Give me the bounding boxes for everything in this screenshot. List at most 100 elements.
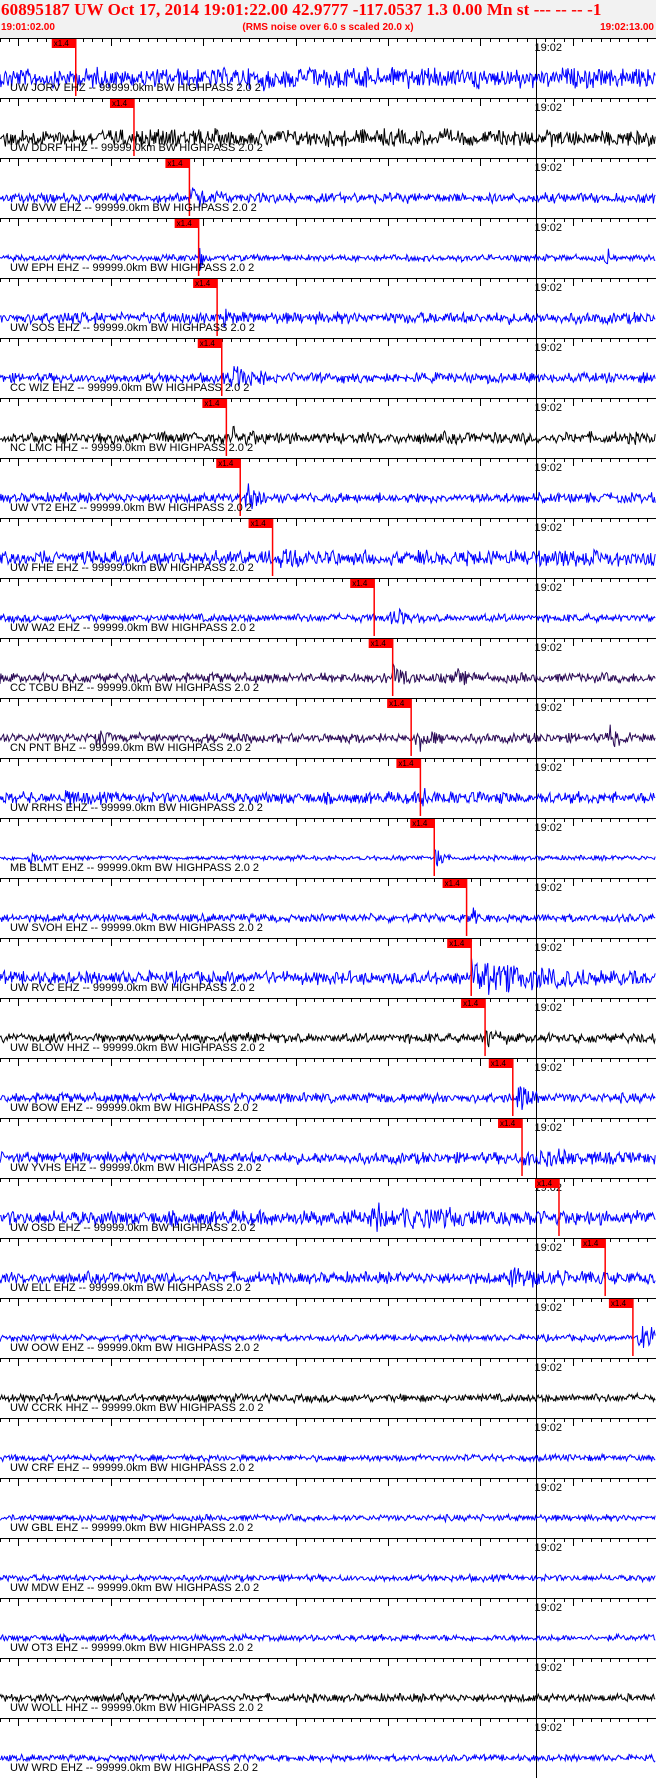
station-label: UW EPH EHZ -- 99999.0km BW HIGHPASS 2.0 … — [10, 262, 254, 274]
minute-label: 19:02 — [535, 1422, 563, 1434]
pick-label: x1.4 — [537, 1179, 553, 1188]
trace-row: 19:02x1.4UW OSD EHZ -- 99999.0km BW HIGH… — [0, 1178, 656, 1238]
pick-label: x1.4 — [177, 219, 193, 228]
station-label: UW RVC EHZ -- 99999.0km BW HIGHPASS 2.0 … — [10, 982, 255, 994]
station-label: UW JORV EHZ -- 99999.0km BW HIGHPASS 2.0… — [10, 82, 261, 94]
seismogram-header: 60895187 UW Oct 17, 2014 19:01:22.00 42.… — [0, 0, 656, 38]
waveform — [0, 1452, 656, 1464]
pick-label: x1.4 — [204, 399, 220, 408]
station-label: UW OOW EHZ -- 99999.0km BW HIGHPASS 2.0 … — [10, 1342, 259, 1354]
trace-row: 19:02 x1.4 UW SVOH EHZ -- 99999.0km BW HIG… — [0, 878, 656, 938]
trace-row: 19:02 x1.4 NC LMC HHZ -- 99999.0km BW HIGH… — [0, 398, 656, 458]
pick-label: x1.4 — [491, 1059, 507, 1068]
minute-label: 19:02 — [535, 822, 563, 834]
pick-label: x1.4 — [195, 279, 211, 288]
waveform — [0, 1572, 656, 1584]
minute-label: 19:02 — [535, 1482, 563, 1494]
minute-label: 19:02 — [535, 582, 563, 594]
station-label: UW WOLL HHZ -- 99999.0km BW HIGHPASS 2.0… — [10, 1702, 263, 1714]
pick-label: x1.4 — [251, 519, 267, 528]
station-label: UW FHE EHZ -- 99999.0km BW HIGHPASS 2.0 … — [10, 562, 254, 574]
minute-label: 19:02 — [535, 1602, 563, 1614]
trace-row: 19:02 UW MDW EHZ -- 99999.0km BW HIGHPASS… — [0, 1538, 656, 1598]
pick-label: x1.4 — [352, 579, 368, 588]
station-label: UW SVOH EHZ -- 99999.0km BW HIGHPASS 2.0… — [10, 922, 263, 934]
minute-label: 19:02 — [535, 942, 563, 954]
station-label: UW WRD EHZ -- 99999.0km BW HIGHPASS 2.0 … — [10, 1762, 258, 1774]
pick-label: x1.4 — [500, 1119, 516, 1128]
station-label: UW DDRF HHZ -- 99999.0km BW HIGHPASS 2.0… — [10, 142, 263, 154]
minute-label: 19:02 — [535, 102, 563, 114]
trace-row: 19:02 x1.4 UW YVHS EHZ -- 99999.0km BW HIG… — [0, 1118, 656, 1178]
pick-label: x1.4 — [54, 39, 70, 48]
minute-label: 19:02 — [535, 1722, 563, 1734]
trace-row: 19:02 UW GBL EHZ -- 99999.0km BW HIGHPASS… — [0, 1478, 656, 1538]
minute-label: 19:02 — [535, 462, 563, 474]
minute-label: 19:02 — [535, 882, 563, 894]
pick-label: x1.4 — [167, 159, 183, 168]
waveform — [0, 1752, 656, 1764]
pick-label: x1.4 — [449, 939, 465, 948]
minute-label: 19:02 — [535, 1242, 563, 1254]
trace-row: 19:02 x1.4 CN PNT BHZ -- 99999.0km BW HIGH… — [0, 698, 656, 758]
station-label: NC LMC HHZ -- 99999.0km BW HIGHPASS 2.0 … — [10, 442, 253, 454]
station-label: UW OSD EHZ -- 99999.0km BW HIGHPASS 2.0 … — [10, 1222, 256, 1234]
minute-label: 19:02 — [535, 1062, 563, 1074]
minute-label: 19:02 — [535, 342, 563, 354]
station-label: UW MDW EHZ -- 99999.0km BW HIGHPASS 2.0 … — [10, 1582, 259, 1594]
trace-row: 19:02 x1.4 CC WIZ EHZ -- 99999.0km BW HIGH… — [0, 338, 656, 398]
end-time-label: 19:02:13.00 — [600, 22, 654, 33]
station-label: CC TCBU BHZ -- 99999.0km BW HIGHPASS 2.0… — [10, 682, 259, 694]
pick-label: x1.4 — [389, 699, 405, 708]
pick-label: x1.4 — [412, 819, 428, 828]
station-label: UW WA2 EHZ -- 99999.0km BW HIGHPASS 2.0 … — [10, 622, 255, 634]
minute-label: 19:02 — [535, 1662, 563, 1674]
pick-label: x1.4 — [398, 759, 414, 768]
trace-row: 19:02 x1.4 UW DDRF HHZ -- 99999.0km BW HIG… — [0, 98, 656, 158]
trace-row: 19:02 x1.4 UW RVC EHZ -- 99999.0km BW HIGH… — [0, 938, 656, 998]
station-label: UW YVHS EHZ -- 99999.0km BW HIGHPASS 2.0… — [10, 1162, 261, 1174]
trace-row: 19:02 x1.4 UW SOS EHZ -- 99999.0km BW HIGH… — [0, 278, 656, 338]
trace-row: 19:02 x1.4 UW EPH EHZ -- 99999.0km BW HIGH… — [0, 218, 656, 278]
minute-label: 19:02 — [535, 762, 563, 774]
pick-label: x1.4 — [218, 459, 234, 468]
waveform — [0, 1512, 656, 1524]
station-label: UW RRHS EHZ -- 99999.0km BW HIGHPASS 2.0… — [10, 802, 263, 814]
minute-label: 19:02 — [535, 642, 563, 654]
trace-row: 19:02 UW CRF EHZ -- 99999.0km BW HIGHPASS… — [0, 1418, 656, 1478]
station-label: UW SOS EHZ -- 99999.0km BW HIGHPASS 2.0 … — [10, 322, 255, 334]
trace-row: 19:02 x1.4 UW VT2 EHZ -- 99999.0km BW HIGH… — [0, 458, 656, 518]
trace-row: 19:02 x1.4 UW OOW EHZ -- 99999.0km BW HIGH… — [0, 1298, 656, 1358]
minute-label: 19:02 — [535, 1122, 563, 1134]
minute-label: 19:02 — [535, 402, 563, 414]
minute-label: 19:02 — [535, 282, 563, 294]
minute-label: 19:02 — [535, 522, 563, 534]
trace-row: 19:02 x1.4 UW WA2 EHZ -- 99999.0km BW HIGH… — [0, 578, 656, 638]
station-label: CN PNT BHZ -- 99999.0km BW HIGHPASS 2.0 … — [10, 742, 251, 754]
station-label: CC WIZ EHZ -- 99999.0km BW HIGHPASS 2.0 … — [10, 382, 249, 394]
station-label: UW OT3 EHZ -- 99999.0km BW HIGHPASS 2.0 … — [10, 1642, 253, 1654]
trace-row: 19:02 x1.4 UW JORV EHZ -- 99999.0km BW HIG… — [0, 38, 656, 98]
minute-label: 19:02 — [535, 1542, 563, 1554]
station-label: UW CRF EHZ -- 99999.0km BW HIGHPASS 2.0 … — [10, 1462, 254, 1474]
trace-row: 19:02 UW CCRK HHZ -- 99999.0km BW HIGHPAS… — [0, 1358, 656, 1418]
pick-label: x1.4 — [445, 879, 461, 888]
station-label: UW CCRK HHZ -- 99999.0km BW HIGHPASS 2.0… — [10, 1402, 263, 1414]
trace-row: 19:02 x1.4 UW ELL EHZ -- 99999.0km BW HIGH… — [0, 1238, 656, 1298]
pick-label: x1.4 — [583, 1239, 599, 1248]
minute-label: 19:02 — [535, 1302, 563, 1314]
station-label: UW ELL EHZ -- 99999.0km BW HIGHPASS 2.0 … — [10, 1282, 251, 1294]
station-label: UW GBL EHZ -- 99999.0km BW HIGHPASS 2.0 … — [10, 1522, 253, 1534]
pick-label: x1.4 — [200, 339, 216, 348]
minute-label: 19:02 — [535, 162, 563, 174]
rms-subtitle: (RMS noise over 6.0 s scaled 20.0 x) — [242, 22, 414, 33]
minute-label: 19:02 — [535, 702, 563, 714]
trace-row: 19:02 x1.4 UW BVW EHZ -- 99999.0km BW HIGH… — [0, 158, 656, 218]
trace-row: 19:02 x1.4 UW BOW EHZ -- 99999.0km BW HIGH… — [0, 1058, 656, 1118]
trace-row: 19:02 UW OT3 EHZ -- 99999.0km BW HIGHPASS… — [0, 1598, 656, 1658]
station-label: UW BLOW HHZ -- 99999.0km BW HIGHPASS 2.0… — [10, 1042, 265, 1054]
trace-row: 19:02 x1.4 UW RRHS EHZ -- 99999.0km BW HIG… — [0, 758, 656, 818]
event-title: 60895187 UW Oct 17, 2014 19:01:22.00 42.… — [1, 0, 602, 19]
station-label: UW BVW EHZ -- 99999.0km BW HIGHPASS 2.0 … — [10, 202, 257, 214]
minute-label: 19:02 — [535, 1362, 563, 1374]
